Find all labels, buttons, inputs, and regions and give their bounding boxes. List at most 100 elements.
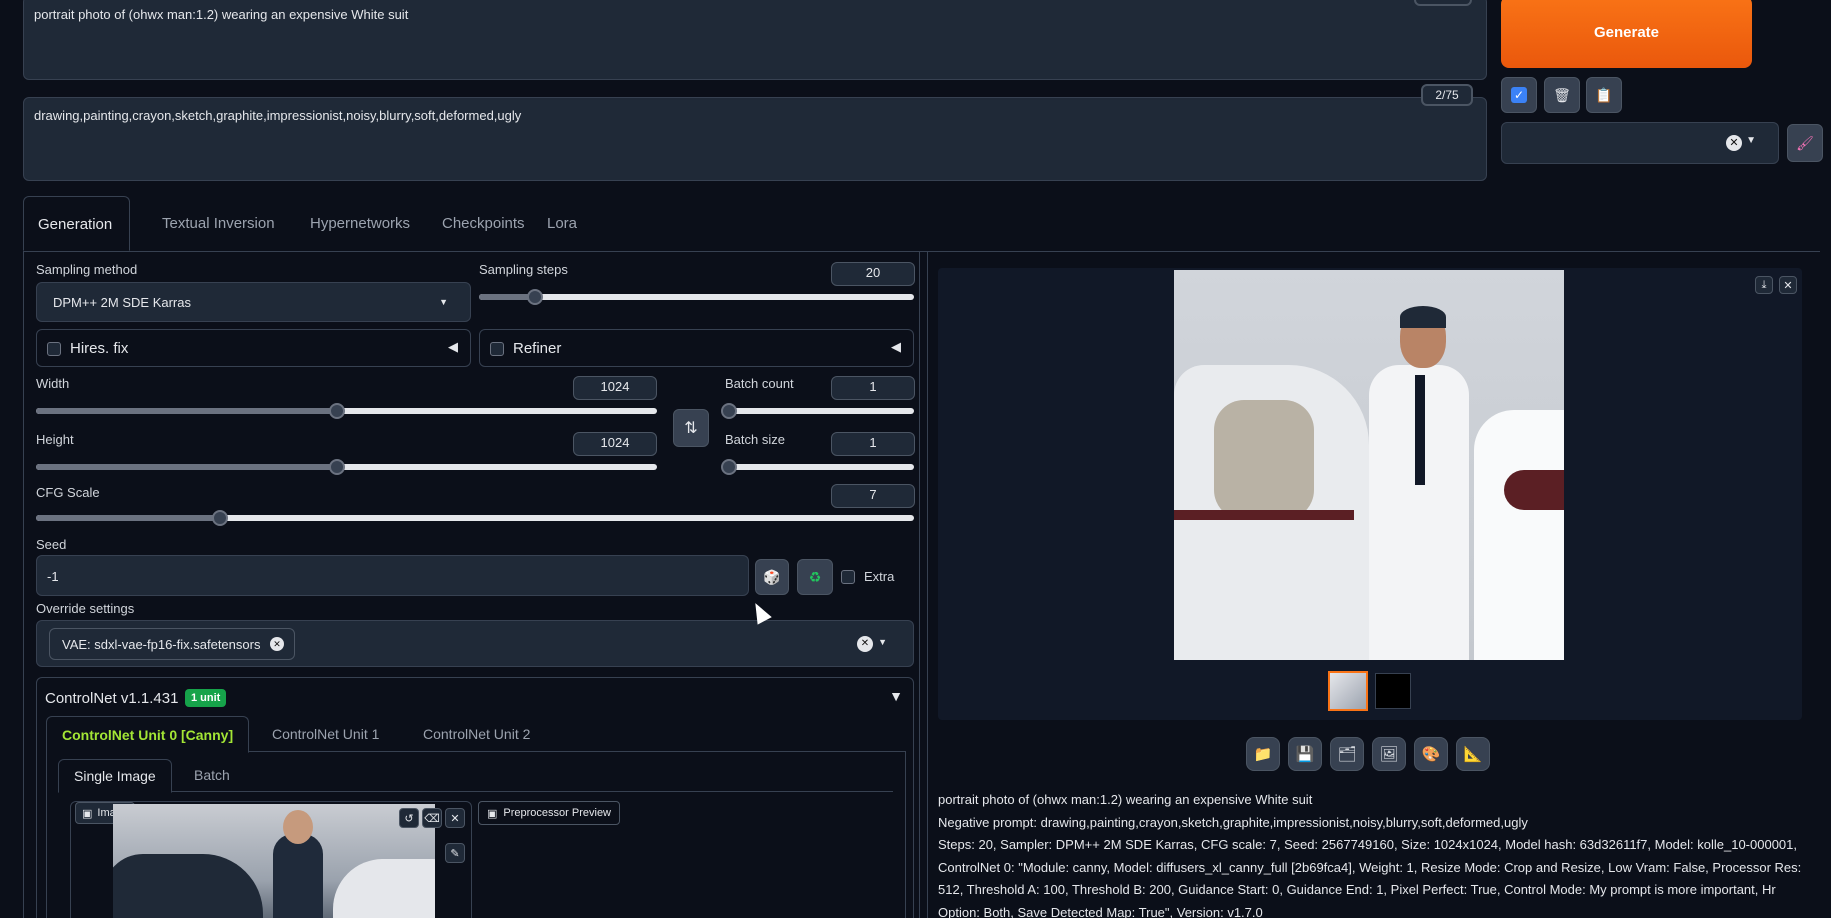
clipboard-button[interactable]: 📋	[1586, 77, 1622, 113]
tab-textual-inversion[interactable]: Textual Inversion	[148, 196, 289, 251]
download-button[interactable]: ⤓	[1755, 276, 1773, 294]
hires-fix-accordion[interactable]: Hires. fix ◀	[36, 329, 471, 367]
seed-value: -1	[47, 569, 59, 584]
slider-thumb[interactable]	[526, 289, 543, 305]
trash-button[interactable]: 🗑	[1544, 77, 1580, 113]
negative-token-counter: 2/75	[1421, 84, 1473, 106]
info-params-2: ControlNet 0: "Module: canny, Model: dif…	[938, 859, 1802, 875]
sampling-steps-slider[interactable]	[479, 289, 914, 305]
negative-prompt-input[interactable]: drawing,painting,crayon,sketch,graphite,…	[23, 97, 1487, 181]
clear-icon[interactable]: ✕	[1726, 135, 1742, 151]
tab-controlnet-unit-0[interactable]: ControlNet Unit 0 [Canny]	[46, 716, 250, 753]
tab-controlnet-unit-1[interactable]: ControlNet Unit 1	[272, 726, 379, 742]
override-settings-field[interactable]: VAE: sdxl-vae-fp16-fix.safetensors ✕ ✕ ▼	[36, 620, 914, 667]
batch-size-slider[interactable]	[721, 459, 914, 475]
eraser-button[interactable]: ⌫	[422, 808, 442, 828]
undo-button[interactable]: ↺	[399, 808, 419, 828]
undo-icon: ↺	[404, 812, 414, 825]
tab-checkpoints[interactable]: Checkpoints	[428, 196, 539, 251]
height-input[interactable]: 1024	[573, 432, 657, 456]
seed-input[interactable]: -1	[36, 555, 749, 596]
collapse-icon[interactable]: ▼	[889, 688, 903, 704]
cfg-scale-label: CFG Scale	[36, 485, 100, 500]
width-input[interactable]: 1024	[573, 376, 657, 400]
random-seed-button[interactable]: 🎲	[755, 559, 789, 595]
tab-controlnet-unit-2[interactable]: ControlNet Unit 2	[423, 726, 530, 742]
sampling-method-value: DPM++ 2M SDE Karras	[53, 295, 191, 310]
clear-icon[interactable]: ✕	[857, 636, 873, 652]
car-door-shape	[1474, 410, 1564, 660]
person-shape	[273, 834, 323, 918]
controlnet-unit-badge: 1 unit	[185, 689, 227, 707]
picture-icon: 🖼	[1379, 746, 1399, 763]
tab-batch[interactable]: Batch	[194, 767, 230, 783]
info-params-3: 512, Threshold A: 100, Threshold B: 200,…	[938, 882, 1776, 898]
chevron-down-icon: ▼	[439, 297, 448, 307]
refiner-accordion[interactable]: Refiner ◀	[479, 329, 914, 367]
slider-thumb[interactable]	[328, 459, 345, 475]
main-tabs: Generation Textual Inversion Hypernetwor…	[23, 196, 1820, 252]
close-image-button[interactable]: ✕	[445, 808, 465, 828]
brush-tool-button[interactable]: ✎	[445, 843, 465, 863]
send-to-inpaint-button[interactable]: 🎨	[1414, 737, 1448, 771]
negative-prompt-text: drawing,painting,crayon,sketch,graphite,…	[34, 108, 522, 123]
height-slider[interactable]	[36, 459, 657, 475]
positive-prompt-input[interactable]: portrait photo of (ohwx man:1.2) wearing…	[23, 0, 1487, 80]
width-slider[interactable]	[36, 403, 657, 419]
generate-button[interactable]: Generate	[1501, 0, 1752, 68]
close-preview-button[interactable]: ✕	[1779, 276, 1797, 294]
extra-checkbox[interactable]	[841, 570, 855, 584]
generated-image[interactable]	[1174, 270, 1564, 660]
batch-count-input[interactable]: 1	[831, 376, 915, 400]
tab-hypernetworks[interactable]: Hypernetworks	[296, 196, 424, 251]
preprocessor-preview-label: ▣ Preprocessor Preview	[478, 801, 620, 825]
info-params-1: Steps: 20, Sampler: DPM++ 2M SDE Karras,…	[938, 837, 1798, 853]
folder-icon: 📁	[1253, 746, 1273, 763]
positive-token-counter	[1414, 0, 1472, 6]
zip-button[interactable]: 🗂	[1330, 737, 1364, 771]
zip-icon: 🗂	[1337, 746, 1357, 763]
save-icon: 💾	[1295, 746, 1315, 763]
brush-button[interactable]: 🖌	[1787, 124, 1823, 162]
slider-thumb[interactable]	[328, 403, 345, 419]
brush-icon: 🖌	[1796, 134, 1814, 151]
styles-dropdown[interactable]: ✕ ▼	[1501, 122, 1779, 164]
sampling-steps-label: Sampling steps	[479, 262, 568, 277]
cfg-scale-input[interactable]: 7	[831, 484, 915, 508]
open-folder-button[interactable]: 📁	[1246, 737, 1280, 771]
controlnet-title[interactable]: ControlNet v1.1.431	[45, 690, 178, 707]
batch-count-slider[interactable]	[721, 403, 914, 419]
positive-prompt-text: portrait photo of (ohwx man:1.2) wearing…	[34, 7, 409, 22]
reuse-seed-button[interactable]: ♻	[797, 559, 833, 595]
output-gallery: ⤓ ✕	[938, 268, 1802, 720]
control-image-upload[interactable]: ▣ Image ↺ ⌫ ✕ ✎	[70, 801, 472, 918]
controlnet-unit-tabs: ControlNet Unit 0 [Canny] ControlNet Uni…	[46, 716, 906, 753]
tab-lora[interactable]: Lora	[533, 196, 591, 251]
slider-thumb[interactable]	[721, 459, 737, 475]
batch-size-label: Batch size	[725, 432, 785, 447]
slider-thumb[interactable]	[721, 403, 737, 419]
tab-generation[interactable]: Generation	[23, 196, 130, 251]
save-button[interactable]: 💾	[1288, 737, 1322, 771]
dice-icon: 🎲	[763, 568, 781, 585]
info-prompt: portrait photo of (ohwx man:1.2) wearing…	[938, 792, 1313, 807]
thumbnail-selected[interactable]	[1328, 671, 1368, 711]
tab-single-image[interactable]: Single Image	[58, 759, 172, 793]
sampling-steps-input[interactable]: 20	[831, 262, 915, 286]
cfg-scale-slider[interactable]	[36, 510, 914, 526]
hires-fix-label: Hires. fix	[70, 340, 129, 357]
send-to-img2img-button[interactable]: 🖼	[1372, 737, 1406, 771]
ruler-icon: 📐	[1463, 746, 1483, 763]
chevron-down-icon: ▼	[878, 637, 887, 647]
refiner-checkbox[interactable]	[490, 342, 504, 356]
hires-fix-checkbox[interactable]	[47, 342, 61, 356]
remove-chip-icon[interactable]: ✕	[270, 637, 284, 651]
image-icon: ▣	[487, 807, 498, 820]
send-to-extras-button[interactable]: 📐	[1456, 737, 1490, 771]
car-window-trim-shape	[1174, 510, 1354, 520]
swap-dimensions-button[interactable]: ⇅	[673, 409, 709, 447]
thumbnail-canny[interactable]	[1375, 673, 1411, 709]
batch-size-input[interactable]: 1	[831, 432, 915, 456]
checkbox-tool-button[interactable]: ✓	[1501, 77, 1537, 113]
sampling-method-dropdown[interactable]: DPM++ 2M SDE Karras ▼	[36, 282, 471, 322]
